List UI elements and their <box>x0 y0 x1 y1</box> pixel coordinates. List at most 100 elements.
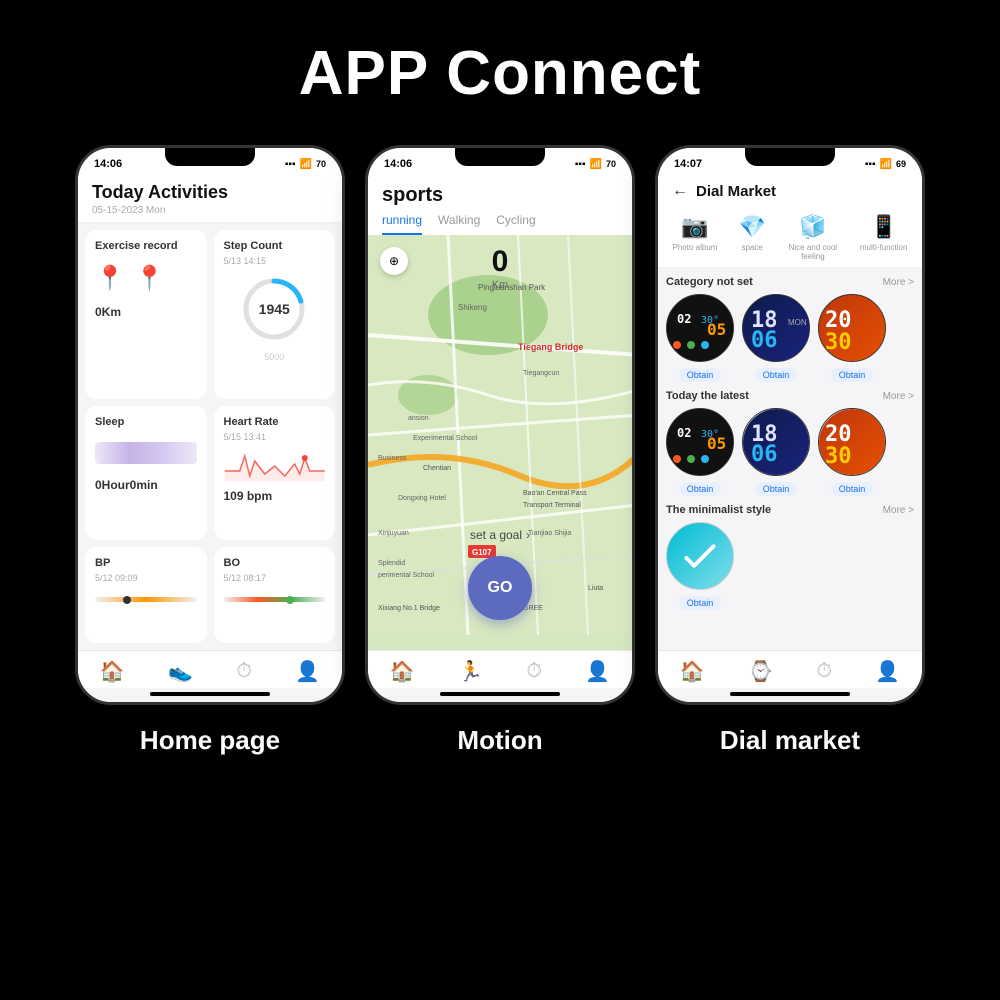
exercise-value: 0Km <box>95 305 197 319</box>
svg-text:05: 05 <box>707 434 726 453</box>
signal-icon-2: ▪▪▪ <box>575 159 586 170</box>
tab-running[interactable]: running <box>382 213 422 235</box>
svg-text:Xinjuyuan: Xinjuyuan <box>378 530 409 537</box>
svg-text:perimental School: perimental School <box>378 572 434 579</box>
cat-photo[interactable]: 📷 Photo album <box>673 214 718 261</box>
go-label: GO <box>488 579 513 597</box>
obtain-btn-1c[interactable]: Obtain <box>831 368 874 382</box>
svg-text:Tiegang Bridge: Tiegang Bridge <box>518 342 583 352</box>
space-icon: 💎 <box>738 214 765 240</box>
svg-text:02: 02 <box>677 312 691 326</box>
dial-item-minimalist[interactable]: Obtain <box>666 522 734 610</box>
svg-text:05: 05 <box>707 320 726 339</box>
bo-sub: 5/12 08:17 <box>224 573 326 583</box>
bo-title: BO <box>224 557 326 569</box>
step-title: Step Count <box>224 240 326 252</box>
bottom-nav-1: 🏠 👟 ⏱ 👤 <box>78 650 342 688</box>
nav-clock-2[interactable]: ⏱ <box>526 660 542 683</box>
nav-home-icon[interactable]: 🏠 <box>100 659 125 684</box>
set-goal-button[interactable]: set a goal › <box>470 528 530 542</box>
hr-title: Heart Rate <box>224 416 326 428</box>
dial-item-6[interactable]: 20 30 Obtain <box>818 408 886 496</box>
svg-text:Liuta: Liuta <box>588 585 603 592</box>
dial-item-2[interactable]: 18 06 MON Obtain <box>742 294 810 382</box>
map-view: Shikeng Pingluanshan Park Tiegang Bridge… <box>368 235 632 650</box>
hr-sub: 5/15 13:41 <box>224 432 326 442</box>
section3-more[interactable]: More > <box>883 505 914 516</box>
distance-display: 0 Km <box>492 245 509 291</box>
obtain-btn-1a[interactable]: Obtain <box>679 368 722 382</box>
section1-title: Category not set <box>666 276 753 288</box>
svg-text:06: 06 <box>751 442 778 467</box>
battery-icon-2: 70 <box>606 159 616 169</box>
svg-text:Shikeng: Shikeng <box>458 303 487 312</box>
bp-title: BP <box>95 557 197 569</box>
step-count-card: Step Count 5/13 14:15 1945 <box>214 230 336 399</box>
bp-card: BP 5/12 09:09 <box>85 547 207 643</box>
chevron-right-icon: › <box>526 528 530 542</box>
nav-person-icon[interactable]: 👤 <box>295 659 320 684</box>
tab-walking[interactable]: Walking <box>438 213 480 235</box>
location-button[interactable]: ⊕ <box>380 247 408 275</box>
sleep-value: 0Hour0min <box>95 478 197 492</box>
wifi-icon-1: 📶 <box>300 159 312 170</box>
bottom-nav-3: 🏠 ⌚ ⏱ 👤 <box>658 650 922 688</box>
svg-text:MON: MON <box>788 318 807 327</box>
svg-text:Tianjiao Shijia: Tianjiao Shijia <box>528 530 571 537</box>
svg-text:Pingluanshan Park: Pingluanshan Park <box>478 283 546 292</box>
nav-person-2[interactable]: 👤 <box>585 659 610 684</box>
distance-value: 0 <box>492 245 509 279</box>
cat-space[interactable]: 💎 space <box>738 214 765 261</box>
obtain-btn-1b[interactable]: Obtain <box>755 368 798 382</box>
photo-album-icon: 📷 <box>681 214 708 240</box>
svg-text:ansion: ansion <box>408 415 429 422</box>
cat-label-cool: Nice and cool feeling <box>787 243 839 261</box>
heart-rate-card: Heart Rate 5/15 13:41 109 bpm <box>214 406 336 540</box>
hr-value: 109 bpm <box>224 489 326 503</box>
nav-run-2[interactable]: 🏃 <box>458 659 483 684</box>
phone2-label: Motion <box>457 725 542 756</box>
nav-home-3[interactable]: 🏠 <box>680 659 705 684</box>
dial-item-4[interactable]: 02 30° 05 Obtain <box>666 408 734 496</box>
phone3-label: Dial market <box>720 725 860 756</box>
step-sub: 5/13 14:15 <box>224 256 326 266</box>
go-button[interactable]: GO <box>468 556 532 620</box>
battery-icon-1: 70 <box>316 159 326 169</box>
cat-cool[interactable]: 🧊 Nice and cool feeling <box>787 214 839 261</box>
svg-text:Experimental School: Experimental School <box>413 435 478 442</box>
nav-activity-icon[interactable]: 👟 <box>168 659 193 684</box>
step-value: 1945 <box>259 301 290 317</box>
section2-more[interactable]: More > <box>883 391 914 402</box>
nav-clock-icon[interactable]: ⏱ <box>236 660 252 683</box>
obtain-btn-2a[interactable]: Obtain <box>679 482 722 496</box>
bp-sub: 5/12 09:09 <box>95 573 197 583</box>
svg-text:Bao'an Central Pass: Bao'an Central Pass <box>523 490 587 497</box>
obtain-btn-2c[interactable]: Obtain <box>831 482 874 496</box>
page-title: APP Connect <box>299 38 702 109</box>
obtain-btn-3a[interactable]: Obtain <box>679 596 722 610</box>
obtain-btn-2b[interactable]: Obtain <box>755 482 798 496</box>
set-goal-label: set a goal <box>470 528 522 542</box>
section1-more[interactable]: More > <box>883 277 914 288</box>
tab-cycling[interactable]: Cycling <box>496 213 535 235</box>
cat-multi[interactable]: 📱 multi-function <box>860 214 908 261</box>
dial-item-1[interactable]: 02 30° 05 Obtain <box>666 294 734 382</box>
svg-text:30: 30 <box>825 444 852 469</box>
phone1-label: Home page <box>140 725 280 756</box>
home-date: 05-15-2023 Mon <box>92 205 328 216</box>
svg-text:02: 02 <box>677 426 691 440</box>
location-icon-blue: 📍 <box>95 264 125 293</box>
dial-item-5[interactable]: 18 06 Obtain <box>742 408 810 496</box>
step-goal: 5000 <box>224 352 326 362</box>
cat-label-multi: multi-function <box>860 243 908 252</box>
nav-person-3[interactable]: 👤 <box>875 659 900 684</box>
svg-text:Xixiang No.1 Bridge: Xixiang No.1 Bridge <box>378 605 440 612</box>
sports-title: sports <box>382 184 618 207</box>
section3-title: The minimalist style <box>666 504 771 516</box>
nav-dial-3[interactable]: ⌚ <box>748 659 773 684</box>
nav-clock-3[interactable]: ⏱ <box>816 660 832 683</box>
svg-text:Splendid: Splendid <box>378 560 405 567</box>
back-arrow[interactable]: ← <box>672 182 688 200</box>
nav-home-2[interactable]: 🏠 <box>390 659 415 684</box>
dial-item-3[interactable]: 20 30 Obtain <box>818 294 886 382</box>
